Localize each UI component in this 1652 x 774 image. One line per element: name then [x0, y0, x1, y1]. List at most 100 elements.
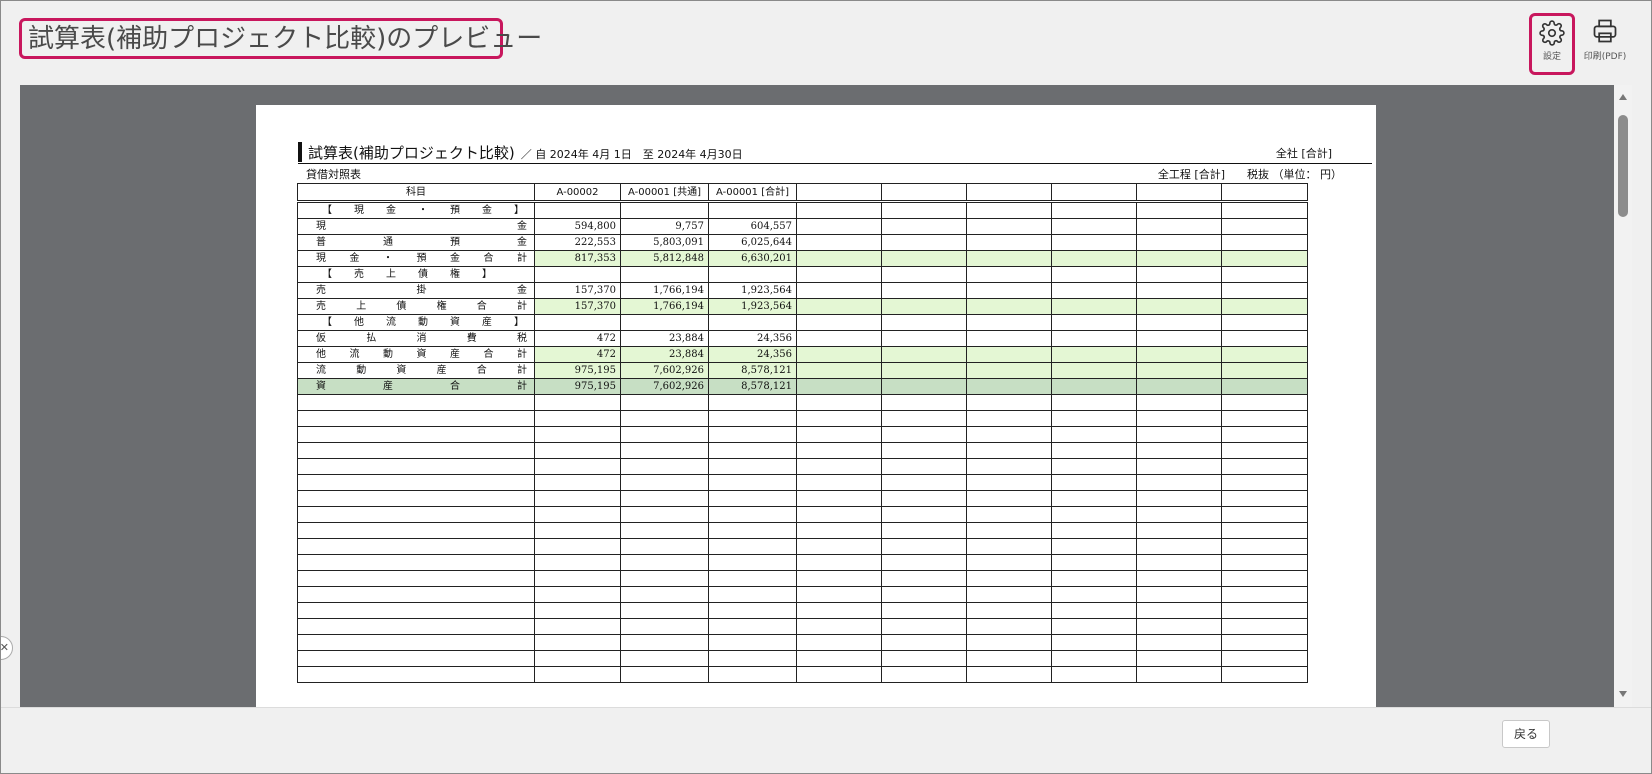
empty-cell	[1221, 554, 1308, 571]
empty-cell	[1221, 666, 1308, 683]
empty-cell	[796, 650, 882, 667]
blank-row	[297, 490, 1308, 507]
empty-cell	[1051, 442, 1137, 459]
empty-cell	[534, 394, 621, 411]
amount-cell	[534, 314, 621, 331]
empty-cell	[297, 554, 535, 571]
empty-cell	[966, 378, 1052, 395]
empty-cell	[966, 618, 1052, 635]
empty-cell	[1221, 634, 1308, 651]
empty-cell	[966, 394, 1052, 411]
empty-cell	[881, 570, 967, 587]
trial-balance-table: 科目 A-00002 A-00001 [共通] A-00001 [合計] 【 現 金 …	[297, 183, 1308, 683]
footer: 戻る	[1, 707, 1651, 773]
empty-cell	[1136, 442, 1222, 459]
collapse-panel-button[interactable]: ✕	[1, 636, 13, 660]
empty-cell	[966, 474, 1052, 491]
empty-cell	[1136, 506, 1222, 523]
empty-cell	[796, 346, 882, 363]
amount-cell	[620, 266, 709, 283]
empty-cell	[708, 506, 797, 523]
empty-cell	[708, 394, 797, 411]
empty-cell	[620, 522, 709, 539]
report-title-text: 試算表(補助プロジェクト比較)	[308, 144, 515, 162]
back-button[interactable]: 戻る	[1502, 720, 1550, 748]
amount-cell	[534, 201, 621, 219]
empty-cell	[1051, 666, 1137, 683]
empty-cell	[966, 650, 1052, 667]
empty-cell	[1051, 634, 1137, 651]
empty-cell	[966, 554, 1052, 571]
empty-cell	[297, 602, 535, 619]
empty-cell	[796, 602, 882, 619]
empty-cell	[1221, 218, 1308, 235]
column-header	[1051, 183, 1137, 203]
empty-cell	[881, 330, 967, 347]
gear-icon	[1539, 20, 1565, 46]
scroll-up-arrow-icon[interactable]	[1619, 94, 1627, 100]
empty-cell	[708, 538, 797, 555]
amount-cell: 157,370	[534, 298, 621, 315]
empty-cell	[1136, 634, 1222, 651]
empty-cell	[708, 474, 797, 491]
empty-cell	[796, 634, 882, 651]
empty-cell	[796, 250, 882, 267]
column-header	[1221, 183, 1308, 203]
empty-cell	[534, 554, 621, 571]
empty-cell	[966, 282, 1052, 299]
empty-cell	[966, 234, 1052, 251]
account-name-cell: 普 通 預 金	[297, 234, 535, 251]
empty-cell	[1221, 314, 1308, 331]
report-period: ／ 自 2024年 4月 1日 至 2024年 4月30日	[520, 148, 743, 161]
empty-cell	[1221, 618, 1308, 635]
empty-cell	[534, 650, 621, 667]
empty-cell	[534, 426, 621, 443]
empty-cell	[966, 490, 1052, 507]
account-name-cell: 流 動 資 産 合 計	[297, 362, 535, 379]
empty-cell	[620, 666, 709, 683]
amount-cell	[534, 266, 621, 283]
empty-cell	[1221, 362, 1308, 379]
table-row: 【 他 流 動 資 産 】	[297, 314, 1308, 331]
empty-cell	[1051, 426, 1137, 443]
amount-cell: 472	[534, 346, 621, 363]
account-name-cell: 売 掛 金	[297, 282, 535, 299]
amount-cell: 1,766,194	[620, 282, 709, 299]
empty-cell	[1221, 474, 1308, 491]
blank-row	[297, 570, 1308, 587]
amount-cell	[620, 201, 709, 219]
amount-cell: 24,356	[708, 346, 797, 363]
empty-cell	[1136, 410, 1222, 427]
blank-row	[297, 618, 1308, 635]
scroll-thumb[interactable]	[1618, 115, 1628, 217]
empty-cell	[881, 282, 967, 299]
amount-cell: 472	[534, 330, 621, 347]
empty-cell	[620, 650, 709, 667]
empty-cell	[1221, 250, 1308, 267]
empty-cell	[534, 442, 621, 459]
empty-cell	[966, 666, 1052, 683]
empty-cell	[1136, 618, 1222, 635]
empty-cell	[881, 362, 967, 379]
account-name-cell: 【 現 金 ・ 預 金 】	[297, 201, 535, 219]
empty-cell	[1136, 282, 1222, 299]
vertical-scrollbar[interactable]	[1614, 85, 1632, 707]
empty-cell	[881, 506, 967, 523]
empty-cell	[1221, 570, 1308, 587]
empty-cell	[881, 218, 967, 235]
pdf-preview-area[interactable]: 試算表(補助プロジェクト比較) ／ 自 2024年 4月 1日 至 2024年 4…	[20, 85, 1632, 707]
amount-cell: 975,195	[534, 362, 621, 379]
empty-cell	[534, 474, 621, 491]
print-pdf-button[interactable]: 印刷(PDF)	[1579, 13, 1631, 75]
empty-cell	[534, 666, 621, 683]
empty-cell	[620, 538, 709, 555]
empty-cell	[881, 442, 967, 459]
empty-cell	[796, 522, 882, 539]
blank-row	[297, 506, 1308, 523]
settings-button[interactable]: 設定	[1529, 13, 1575, 75]
empty-cell	[966, 201, 1052, 219]
empty-cell	[1136, 586, 1222, 603]
empty-cell	[1221, 266, 1308, 283]
amount-cell: 1,923,564	[708, 298, 797, 315]
scroll-down-arrow-icon[interactable]	[1619, 691, 1627, 697]
